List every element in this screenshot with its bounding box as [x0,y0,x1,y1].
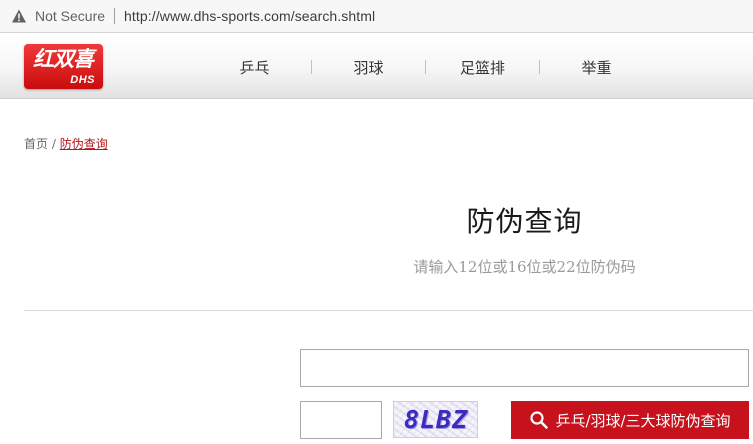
nav-item-table-tennis[interactable]: 乒乓 [198,57,311,78]
search-button[interactable]: 乒乓/羽球/三大球防伪查询 [511,401,749,439]
logo-text: 红双喜 [33,47,94,71]
browser-address-bar: Not Secure http://www.dhs-sports.com/sea… [0,0,753,33]
nav-item-weightlifting[interactable]: 举重 [540,57,653,78]
url-text[interactable]: http://www.dhs-sports.com/search.shtml [124,8,375,24]
page-subtitle: 请输入12位或16位或22位防伪码 [413,258,636,276]
site-header: 红双喜 DHS 乒乓 羽球 足篮排 举重 [0,35,753,99]
breadcrumb-current[interactable]: 防伪查询 [60,137,108,151]
nav-item-ball-sports[interactable]: 足篮排 [426,57,539,78]
breadcrumb-home[interactable]: 首页 [24,137,48,151]
main-nav: 乒乓 羽球 足篮排 举重 [198,35,653,99]
nav-item-badminton[interactable]: 羽球 [312,57,425,78]
brand-logo[interactable]: 红双喜 DHS [24,44,103,89]
captcha-text: 8LBZ [404,405,469,434]
warning-icon [12,9,26,23]
page-title: 防伪查询 [466,205,583,238]
search-icon [530,411,549,429]
security-label[interactable]: Not Secure [35,8,105,24]
logo-subtext: DHS [70,74,95,86]
breadcrumb-separator: / [48,137,60,151]
search-button-label: 乒乓/羽球/三大球防伪查询 [555,411,731,430]
captcha-input[interactable] [300,401,382,439]
breadcrumb: 首页 / 防伪查询 [24,135,108,152]
captcha-image[interactable]: 8LBZ [393,401,478,438]
address-separator [114,8,116,24]
anti-counterfeit-code-input[interactable] [300,349,749,387]
section-divider [24,310,753,311]
